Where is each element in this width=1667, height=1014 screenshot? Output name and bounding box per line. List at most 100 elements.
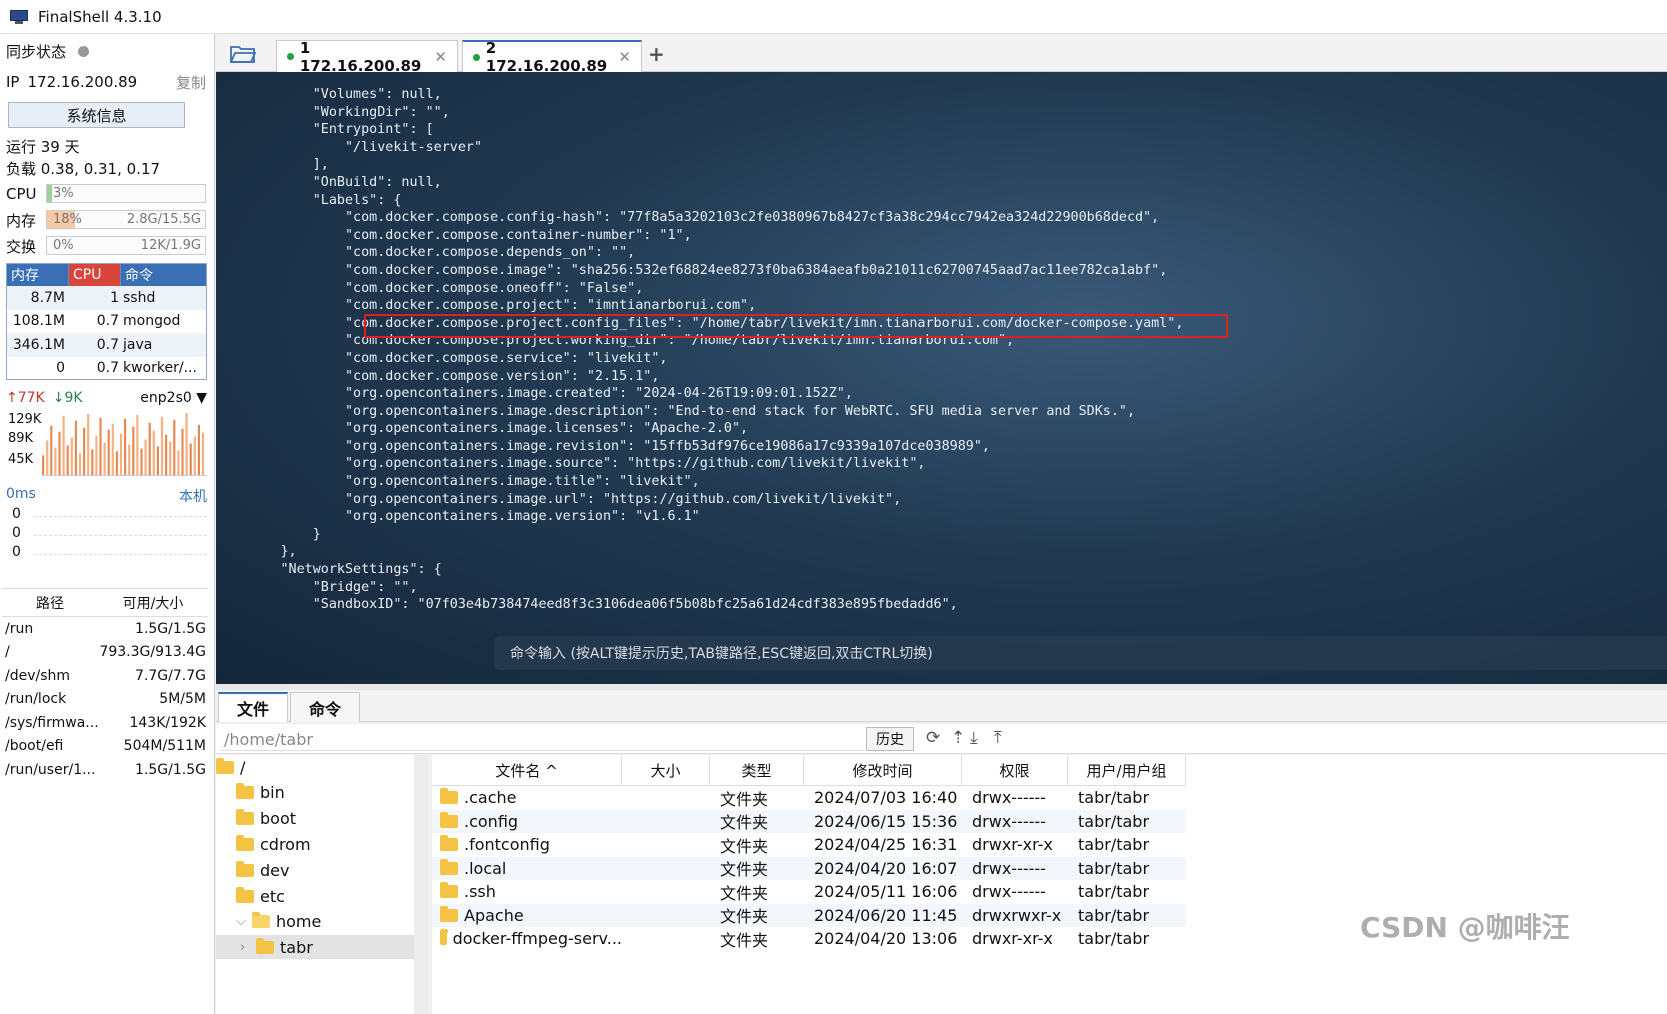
tab-session-1[interactable]: 1 172.16.200.89 ✕ [276, 39, 458, 75]
add-tab-icon[interactable]: + [648, 42, 665, 66]
disk-path: /run/lock [5, 691, 67, 708]
file-row[interactable]: .ssh 文件夹 2024/05/11 16:06 drwx------ tab… [432, 880, 1186, 904]
sync-status-icon [78, 45, 90, 57]
tree-item-root[interactable]: / [216, 755, 245, 779]
history-button[interactable]: 历史 [866, 727, 914, 751]
folder-icon [440, 929, 448, 946]
ip-row: IP 172.16.200.89 复制 [6, 71, 206, 93]
download-icon[interactable]: ⤓ [970, 728, 978, 748]
column-header[interactable]: 文件名 ^ [432, 755, 622, 785]
disk-row[interactable]: /dev/shm 7.7G/7.7G [2, 664, 208, 688]
disk-row[interactable]: /boot/efi 504M/511M [2, 735, 208, 759]
tab-files[interactable]: 文件 [218, 692, 288, 722]
tree-item-boot[interactable]: boot [236, 807, 296, 831]
disk-row[interactable]: / 793.3G/913.4G [2, 641, 208, 665]
uptime: 运行 39 天 [6, 137, 80, 156]
column-header[interactable]: 修改时间 [804, 755, 962, 785]
column-header[interactable]: 类型 [710, 755, 804, 785]
upload-icon[interactable]: ⤒ [994, 728, 1002, 748]
file-row[interactable]: docker-ffmpeg-serv... 文件夹 2024/04/20 13:… [432, 927, 1186, 951]
folder-icon [440, 905, 458, 922]
net-bar [91, 449, 94, 475]
tree-item-cdrom[interactable]: cdrom [236, 832, 311, 856]
col-mem[interactable]: 内存 [7, 264, 69, 286]
up-directory-icon[interactable]: ⇡ [951, 728, 965, 748]
file-list-header: 文件名 ^ 大小 类型 修改时间 权限 用户/用户组 [432, 755, 1186, 786]
tree-item-dev[interactable]: dev [236, 858, 289, 882]
file-name: .ssh [464, 882, 496, 902]
interface-select[interactable]: enp2s0 ▼ [140, 390, 207, 406]
refresh-icon[interactable]: ⟳ [926, 728, 940, 748]
tree-item-home[interactable]: ⌵ home [236, 910, 321, 934]
terminal-line: "Volumes": null, [216, 87, 442, 102]
terminal-line: "WorkingDir": "", [216, 104, 450, 120]
disk-row[interactable]: /run/user/1... 1.5G/1.5G [2, 758, 208, 782]
process-command: sshd [123, 289, 156, 306]
close-icon[interactable]: ✕ [434, 48, 447, 66]
cpu-percent: 3% [53, 186, 74, 201]
file-type: 文件夹 [720, 883, 769, 903]
net-bar [62, 415, 65, 475]
system-info-button[interactable]: 系统信息 [8, 102, 185, 128]
file-row[interactable]: .local 文件夹 2024/04/20 16:07 drwx------ t… [432, 856, 1186, 880]
close-icon[interactable]: ✕ [618, 48, 631, 66]
chevron-down-icon[interactable]: ⌵ [236, 914, 252, 929]
folder-icon [236, 886, 254, 903]
file-row[interactable]: .cache 文件夹 2024/07/03 16:40 drwx------ t… [432, 786, 1186, 810]
path-input[interactable]: /home/tabr [220, 728, 865, 751]
process-command: mongod [123, 313, 181, 330]
folder-icon [252, 912, 270, 929]
net-bar [119, 433, 123, 475]
open-folder-icon[interactable] [230, 44, 256, 64]
disk-size: 1.5G/1.5G [135, 620, 206, 637]
disk-row[interactable]: /run/lock 5M/5M [2, 688, 208, 712]
col-cpu[interactable]: CPU [69, 264, 121, 286]
column-header[interactable]: 大小 [622, 755, 710, 785]
column-header[interactable]: 权限 [962, 755, 1068, 785]
file-row[interactable]: Apache 文件夹 2024/06/20 11:45 drwxrwxr-x t… [432, 903, 1186, 927]
process-mem: 8.7M [30, 289, 65, 306]
command-input[interactable]: 命令输入 (按ALT键提示历史,TAB键路径,ESC键返回,双击CTRL切换) [494, 636, 1667, 670]
tab-session-2[interactable]: 2 172.16.200.89 ✕ [462, 39, 642, 75]
disk-row[interactable]: /run 1.5G/1.5G [2, 617, 208, 641]
process-row[interactable]: 346.1M 0.7 java [7, 333, 206, 357]
process-row[interactable]: 0 0.7 kworker/... [7, 357, 206, 381]
process-mem: 346.1M [12, 336, 65, 353]
tree-item-etc[interactable]: etc [236, 884, 285, 908]
mem-usage: 2.8G/15.5G [126, 212, 201, 227]
file-mtime: 2024/06/15 15:36 [814, 811, 958, 831]
col-command[interactable]: 命令 [121, 264, 206, 286]
connected-icon [473, 53, 480, 61]
net-bar [165, 434, 168, 475]
disk-row[interactable]: /sys/firmwa... 143K/192K [2, 711, 208, 735]
net-bar [74, 420, 77, 475]
process-row[interactable]: 108.1M 0.7 mongod [7, 310, 206, 334]
column-header[interactable]: 用户/用户组 [1068, 755, 1186, 785]
disk-path: /run/user/1... [5, 761, 96, 778]
net-bar [189, 443, 192, 475]
process-cpu: 1 [110, 289, 119, 306]
cpu-meter: 3% [46, 184, 206, 203]
net-bar [107, 429, 110, 475]
net-bar [169, 441, 172, 475]
file-row[interactable]: .fontconfig 文件夹 2024/04/25 16:31 drwxr-x… [432, 833, 1186, 857]
tree-item-tabr[interactable]: › tabr [240, 936, 313, 960]
terminal-line: "com.docker.compose.project": "imntianar… [216, 298, 757, 314]
chevron-right-icon[interactable]: › [240, 940, 256, 955]
copy-ip-link[interactable]: 复制 [176, 72, 206, 93]
net-bar [144, 439, 147, 475]
ping-target[interactable]: 本机 [179, 486, 207, 506]
file-row[interactable]: .config 文件夹 2024/06/15 15:36 drwx------ … [432, 809, 1186, 833]
sync-label: 同步状态 [6, 42, 67, 61]
process-row[interactable]: 8.7M 1 sshd [7, 286, 206, 310]
net-bar [78, 453, 82, 475]
process-command: java [123, 336, 153, 353]
terminal[interactable]: "Volumes": null, "WorkingDir": "", "Entr… [216, 72, 1667, 684]
tab-commands[interactable]: 命令 [290, 692, 360, 722]
terminal-line: "com.docker.compose.config-hash": "77f8a… [216, 210, 1160, 226]
tree-scrollbar[interactable] [414, 755, 428, 1014]
terminal-output: "Volumes": null, "WorkingDir": "", "Entr… [216, 86, 1183, 614]
tab-label: 2 172.16.200.89 [485, 39, 608, 75]
tree-item-bin[interactable]: bin [236, 781, 285, 805]
tree-item-label: home [276, 912, 322, 932]
